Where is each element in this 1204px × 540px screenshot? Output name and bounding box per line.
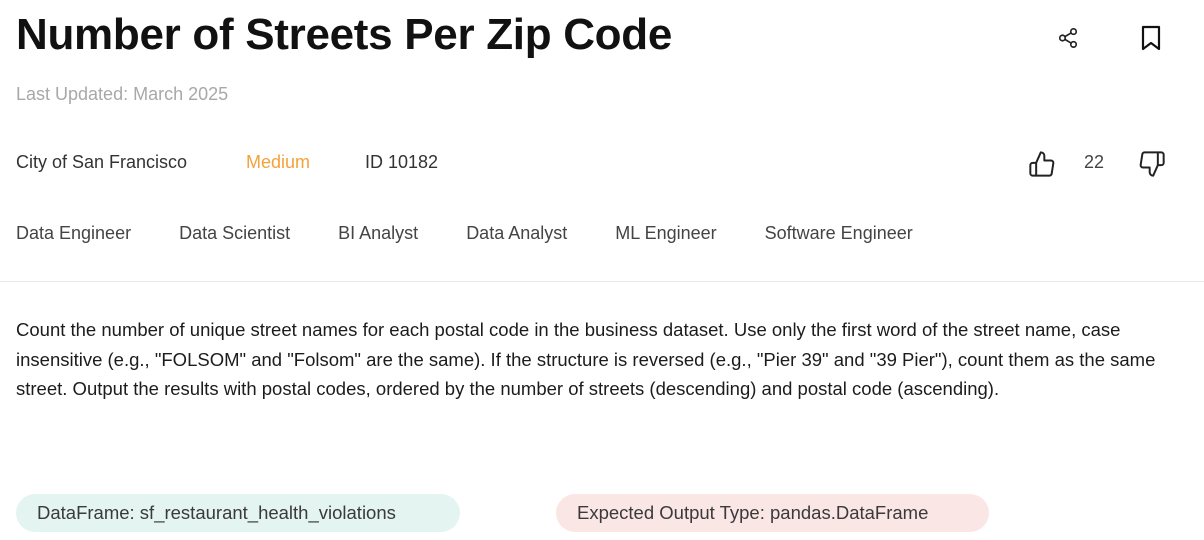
role-tag-software-engineer[interactable]: Software Engineer [765,223,913,244]
last-updated-text: Last Updated: March 2025 [16,84,229,104]
role-tag-ml-engineer[interactable]: ML Engineer [615,223,716,244]
company-name: City of San Francisco [16,152,188,172]
role-tag-data-engineer[interactable]: Data Engineer [16,223,131,244]
dataframe-chip-label: DataFrame: sf_restaurant_health_violatio… [37,502,396,523]
bookmark-icon [1141,25,1161,51]
dataframe-chip[interactable]: DataFrame: sf_restaurant_health_violatio… [16,494,460,532]
difficulty-badge: Medium [246,152,311,172]
share-button[interactable] [1054,24,1082,52]
share-icon [1058,28,1078,48]
downvote-button[interactable] [1136,148,1168,180]
role-tag-data-scientist[interactable]: Data Scientist [179,223,290,244]
role-tag-data-analyst[interactable]: Data Analyst [466,223,567,244]
bookmark-button[interactable] [1136,22,1166,54]
output-type-chip: Expected Output Type: pandas.DataFrame [556,494,989,532]
role-tags: Data Engineer Data Scientist BI Analyst … [16,223,961,244]
output-type-chip-label: Expected Output Type: pandas.DataFrame [577,502,929,523]
role-tag-bi-analyst[interactable]: BI Analyst [338,223,418,244]
vote-count: 22 [1084,152,1105,172]
page-title: Number of Streets Per Zip Code [16,10,673,59]
question-id: ID 10182 [365,152,439,172]
upvote-button[interactable] [1026,148,1058,180]
thumbs-up-icon [1029,151,1055,177]
section-divider [0,281,1204,282]
thumbs-down-icon [1139,151,1165,177]
question-description: Count the number of unique street names … [16,319,1156,399]
